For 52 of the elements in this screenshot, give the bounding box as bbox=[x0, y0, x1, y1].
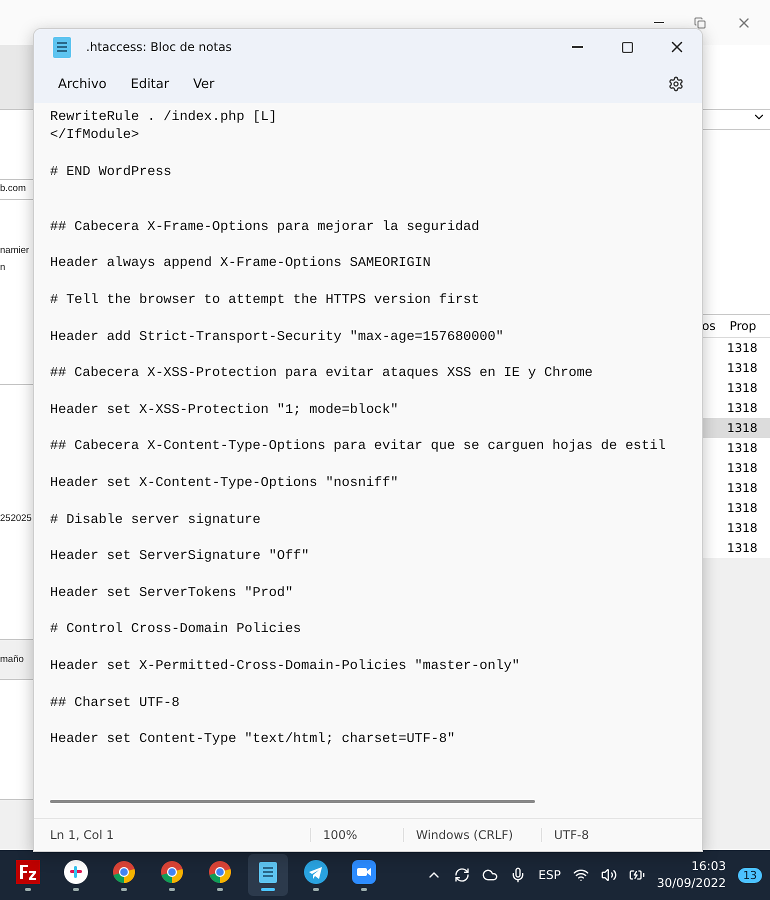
text-area[interactable]: RewriteRule . /index.php [L] </IfModule> # END WordPress ## Cabecera X-Frame-Options para mejorar la seguridad Header always append X-Frame-Options SAMEORIGIN # Tell the browser to attempt the HTTPS version first Header add Strict-Transport-Security "max-age=157680000" ## Cabecera X-XSS-Protection para evitar ataques XSS en IE y Chrome Header set X-XSS-Protection "1; mode=block" ## Cabecera X-Content-Type-Options para evitar que se carguen hojas de estil Header set X-Content-Type-Options "nosniff" # Disable server signature Header set ServerSignature "Off" Header set ServerTokens "Prod" # Control Cross-Domain Policies Header set X-Permitted-Cross-Domain-Policies "master-only" ## Charset UTF-8 Header set Content-Type "text/html; charset=UTF-8" bbox=[50, 109, 702, 750]
status-text: 100% bbox=[310, 828, 403, 842]
clock-time: 16:03 bbox=[691, 858, 726, 875]
address-text: b.com bbox=[0, 183, 26, 194]
table-cell: 1318 bbox=[700, 358, 770, 378]
menu-item[interactable]: Archivo bbox=[48, 72, 117, 96]
browser-icon bbox=[160, 860, 184, 884]
maximize-icon bbox=[620, 40, 634, 54]
table-cell: 1318 bbox=[700, 378, 770, 398]
minimize-icon bbox=[572, 46, 582, 48]
table-cell: 1318 bbox=[700, 398, 770, 418]
table-cell: 1318 bbox=[700, 478, 770, 498]
notepad-icon bbox=[52, 35, 72, 59]
column-header: os bbox=[702, 319, 716, 333]
notepad-icon bbox=[258, 860, 278, 884]
notification-badge[interactable]: 13 bbox=[738, 868, 762, 882]
table-cell: 1318 bbox=[700, 498, 770, 518]
table-cell: 1318 bbox=[700, 438, 770, 458]
clock-date: 30/09/2022 bbox=[656, 875, 726, 892]
scrollbar[interactable] bbox=[50, 800, 535, 803]
table-cell: 1318 bbox=[700, 418, 770, 438]
column-header: maño bbox=[0, 654, 24, 665]
minimize-icon[interactable] bbox=[654, 22, 664, 24]
status-text: UTF-8 bbox=[541, 828, 661, 842]
video-camera-icon bbox=[352, 860, 376, 884]
status-text: namier bbox=[0, 245, 30, 256]
browser-icon bbox=[112, 860, 136, 884]
table-cell: 1318 bbox=[700, 458, 770, 478]
volume-icon[interactable] bbox=[600, 867, 617, 883]
restore-icon[interactable] bbox=[694, 16, 706, 28]
microphone-icon[interactable] bbox=[510, 867, 526, 883]
app-logo-icon bbox=[64, 860, 88, 884]
settings-icon bbox=[668, 76, 684, 92]
table-cell: 1318 bbox=[700, 338, 770, 358]
status-text: Ln 1, Col 1 bbox=[49, 828, 115, 842]
sync-icon[interactable] bbox=[454, 867, 470, 883]
table-cell: 1318 bbox=[700, 518, 770, 538]
status-text: Windows (CRLF) bbox=[403, 828, 541, 842]
window-title: .htaccess: Bloc de notas bbox=[86, 40, 233, 54]
taskbar-app[interactable] bbox=[248, 854, 288, 896]
browser-icon bbox=[208, 860, 232, 884]
app-logo-icon bbox=[16, 860, 40, 884]
file-name: 252025 bbox=[0, 513, 32, 524]
cloud-icon[interactable] bbox=[482, 867, 498, 883]
paper-plane-icon bbox=[304, 860, 328, 884]
table-cell: 1318 bbox=[700, 538, 770, 558]
language-indicator[interactable]: ESP bbox=[538, 868, 561, 882]
wifi-icon[interactable] bbox=[572, 867, 589, 883]
menu-item[interactable]: Editar bbox=[120, 72, 180, 96]
menu-item[interactable]: Ver bbox=[183, 72, 224, 96]
status-text: n bbox=[0, 262, 6, 273]
column-header: Prop bbox=[730, 319, 756, 333]
